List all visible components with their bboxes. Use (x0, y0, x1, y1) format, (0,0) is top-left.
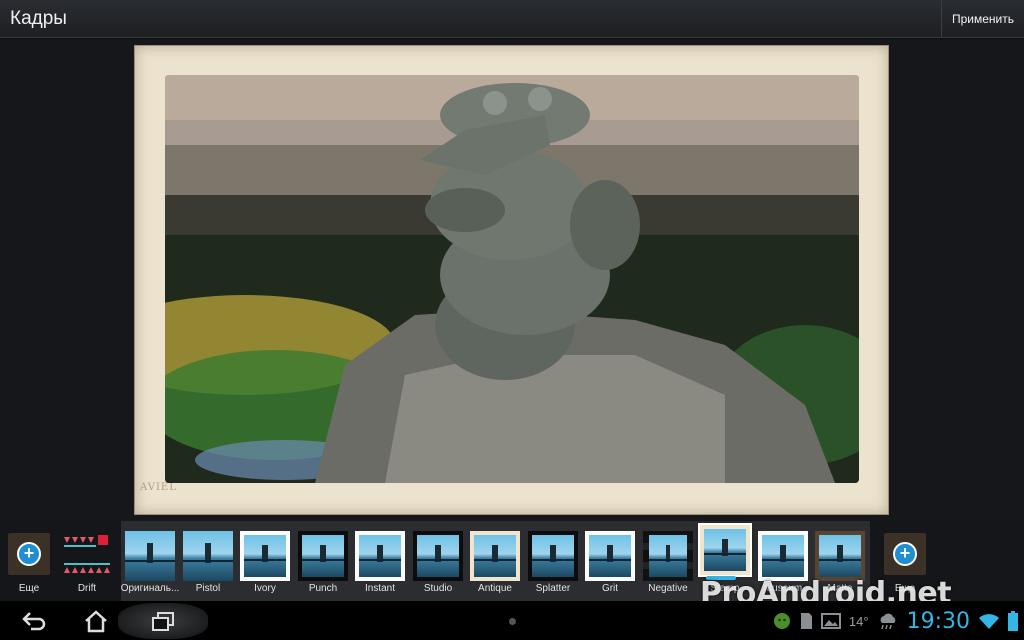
drift-category[interactable]: Drift (58, 521, 116, 601)
back-button[interactable] (4, 603, 64, 639)
apply-button[interactable]: Применить (941, 0, 1024, 38)
filter-tile[interactable]: Ivory (236, 521, 294, 601)
clock-text: 19:30 (906, 608, 970, 634)
filter-preview-image (244, 535, 286, 577)
filter-tile[interactable]: Negative (639, 521, 697, 601)
temperature-text: 14° (848, 613, 869, 629)
back-icon (22, 612, 46, 631)
android-icon (773, 613, 790, 629)
filter-tile[interactable]: Punch (294, 521, 352, 601)
status-area[interactable]: 14° 19:30 (773, 604, 1018, 638)
filter-preview-image (649, 535, 687, 577)
filter-preview-image (302, 535, 344, 577)
filter-tile[interactable]: Splatter (524, 521, 582, 601)
battery-icon (1008, 611, 1018, 631)
filter-thumbnail (298, 531, 348, 581)
filter-preview-image (762, 535, 804, 577)
recent-apps-icon (152, 612, 174, 631)
filter-label: Instant (364, 583, 396, 594)
filter-thumbnail (758, 531, 808, 581)
filter-tile[interactable]: Pistol (179, 521, 237, 601)
drift-label: Drift (77, 583, 97, 594)
more-left-label: Еще (18, 583, 40, 594)
filter-preview-image (589, 535, 631, 577)
filter-tile[interactable]: Instant (351, 521, 409, 601)
filter-tile[interactable]: Оригиналь... (121, 521, 179, 601)
page-title: Кадры (10, 8, 67, 29)
home-button[interactable] (66, 603, 126, 639)
filter-preview-image (183, 531, 233, 581)
sd-card-icon (800, 613, 812, 629)
add-icon: + (893, 542, 917, 566)
filter-tile[interactable]: Studio (409, 521, 467, 601)
filter-thumbnail (643, 531, 693, 581)
filter-thumbnail (700, 525, 750, 575)
filter-preview-image (417, 535, 459, 577)
action-bar: Кадры Применить (0, 0, 1024, 38)
add-icon: + (17, 542, 41, 566)
recent-apps-button[interactable] (118, 603, 208, 639)
filter-label: Grit (601, 583, 619, 594)
filter-thumbnail (413, 531, 463, 581)
system-bar: 14° 19:30 (0, 601, 1024, 640)
filter-thumbnail (125, 531, 175, 581)
home-icon (85, 610, 107, 633)
photo-preview[interactable] (165, 75, 859, 483)
filter-thumbnail (355, 531, 405, 581)
page-indicator-dot (509, 618, 516, 625)
filter-preview-image (819, 535, 861, 577)
filter-thumbnail (815, 531, 865, 581)
filter-tile[interactable]: Grit (581, 521, 639, 601)
filter-label: Оригиналь... (120, 583, 180, 594)
filter-thumbnail (470, 531, 520, 581)
filter-preview-image (359, 535, 401, 577)
filter-preview-image (532, 535, 574, 577)
wifi-icon (979, 614, 999, 629)
weather-icon (880, 613, 895, 630)
filter-preview-image (704, 529, 746, 571)
drift-pattern-icon (64, 535, 110, 573)
more-frames-left-button[interactable]: + Еще (0, 521, 58, 601)
frame-stamp-text: AVIEL (140, 482, 177, 493)
filter-preview-image (125, 531, 175, 581)
filter-label: Antique (478, 583, 512, 594)
filter-thumbnail (528, 531, 578, 581)
filter-tile[interactable]: Antique (466, 521, 524, 601)
photo-crocodile-statue (165, 75, 859, 483)
filter-thumbnail (585, 531, 635, 581)
filter-thumbnail (240, 531, 290, 581)
gallery-icon (820, 613, 841, 629)
filter-thumbnail (183, 531, 233, 581)
filter-label: Ivory (254, 583, 276, 594)
filter-preview-image (474, 535, 516, 577)
